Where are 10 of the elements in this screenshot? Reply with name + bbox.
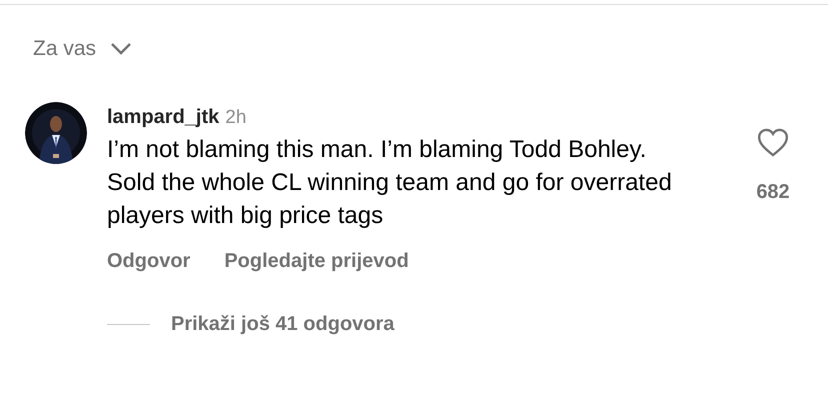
view-replies-link[interactable]: Prikaži još 41 odgovora — [171, 309, 394, 339]
heart-icon[interactable] — [757, 128, 789, 156]
username[interactable]: lampard_jtk — [107, 102, 220, 132]
comment-text: I’m not blaming this man. I’m blaming Todd Bohley. Sold the whole CL winning team and go for overrated players with big price tags — [107, 135, 673, 231]
timestamp: 2h — [225, 106, 246, 130]
comment-action-link[interactable]: Pogledajte prijevod — [224, 246, 409, 276]
sort-dropdown[interactable]: Za vas — [33, 33, 132, 64]
like-count: 682 — [756, 180, 790, 204]
chevron-icon — [110, 42, 132, 56]
comment-action-link[interactable]: Odgovor — [107, 246, 190, 276]
